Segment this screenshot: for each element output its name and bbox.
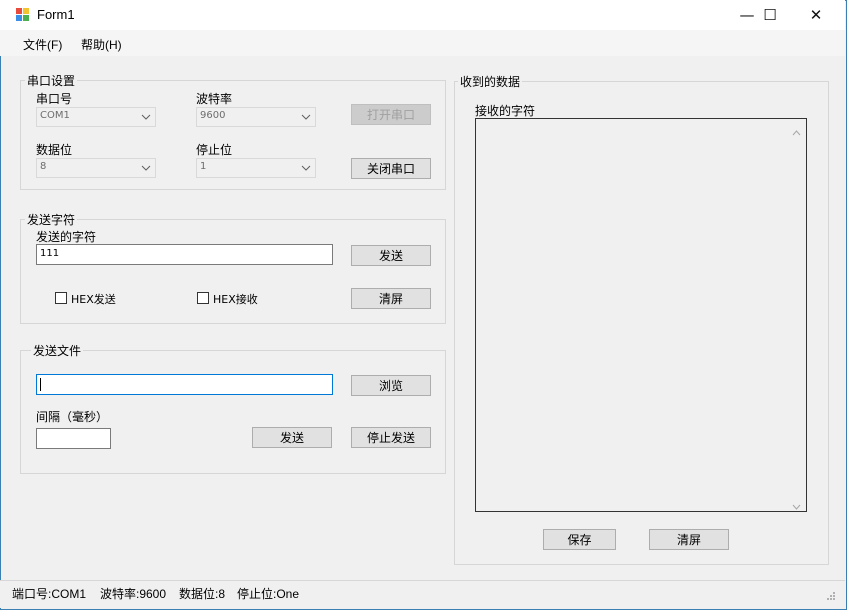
- save-button[interactable]: 保存: [543, 529, 616, 550]
- send-chars-title: 发送字符: [25, 211, 78, 228]
- chevron-down-icon: [137, 159, 155, 177]
- file-path-input[interactable]: [36, 374, 333, 395]
- stop-send-button[interactable]: 停止发送: [351, 427, 431, 448]
- close-button[interactable]: ✕: [793, 0, 839, 30]
- chevron-down-icon[interactable]: [792, 499, 801, 513]
- hex-send-label[interactable]: HEX发送: [71, 291, 116, 307]
- interval-input[interactable]: [36, 428, 111, 449]
- received-chars-label: 接收的字符: [475, 104, 536, 118]
- stopbits-combobox[interactable]: 1: [196, 158, 316, 178]
- status-stopbits: 停止位:One: [237, 587, 300, 601]
- browse-button[interactable]: 浏览: [351, 375, 431, 396]
- received-textarea[interactable]: [475, 118, 807, 512]
- window-title: Form1: [37, 7, 75, 22]
- databits-label: 数据位: [36, 143, 73, 157]
- menu-file[interactable]: 文件(F): [23, 36, 62, 53]
- hex-receive-label[interactable]: HEX接收: [213, 291, 258, 307]
- port-combobox[interactable]: COM1: [36, 107, 156, 127]
- received-scrollbar[interactable]: [788, 120, 805, 510]
- menu-bar: [0, 30, 845, 56]
- close-port-button[interactable]: 关闭串口: [351, 158, 431, 179]
- chevron-down-icon: [297, 108, 315, 126]
- status-baud: 波特率:9600: [100, 587, 167, 601]
- clear-send-button[interactable]: 清屏: [351, 288, 431, 309]
- databits-value: 8: [40, 161, 47, 172]
- hex-receive-checkbox[interactable]: [197, 292, 209, 304]
- databits-combobox[interactable]: 8: [36, 158, 156, 178]
- chevron-down-icon: [297, 159, 315, 177]
- send-file-title: 发送文件: [31, 342, 84, 359]
- title-bar[interactable]: [0, 0, 845, 30]
- chevron-up-icon[interactable]: [792, 125, 801, 139]
- text-caret: [40, 378, 41, 391]
- open-port-button[interactable]: 打开串口: [351, 104, 431, 125]
- status-port: 端口号:COM1: [12, 587, 87, 601]
- send-chars-button[interactable]: 发送: [351, 245, 431, 266]
- stopbits-value: 1: [200, 161, 207, 172]
- send-file-button[interactable]: 发送: [252, 427, 332, 448]
- chevron-down-icon: [137, 108, 155, 126]
- send-chars-label: 发送的字符: [36, 230, 97, 244]
- received-title: 收到的数据: [458, 73, 523, 90]
- interval-label: 间隔（毫秒）: [36, 410, 109, 424]
- baud-value: 9600: [200, 110, 226, 121]
- stopbits-label: 停止位: [196, 143, 233, 157]
- resize-grip-icon[interactable]: [826, 590, 836, 604]
- port-label: 串口号: [36, 92, 73, 106]
- send-chars-input[interactable]: 111: [36, 244, 333, 265]
- port-value: COM1: [40, 110, 70, 121]
- maximize-button[interactable]: ☐: [747, 0, 793, 30]
- form-app-icon: [16, 8, 30, 22]
- serial-settings-title: 串口设置: [25, 72, 78, 89]
- baud-label: 波特率: [196, 92, 233, 106]
- menu-help[interactable]: 帮助(H): [81, 36, 122, 53]
- status-databits: 数据位:8: [179, 587, 226, 601]
- baud-combobox[interactable]: 9600: [196, 107, 316, 127]
- hex-send-checkbox[interactable]: [55, 292, 67, 304]
- clear-received-button[interactable]: 清屏: [649, 529, 729, 550]
